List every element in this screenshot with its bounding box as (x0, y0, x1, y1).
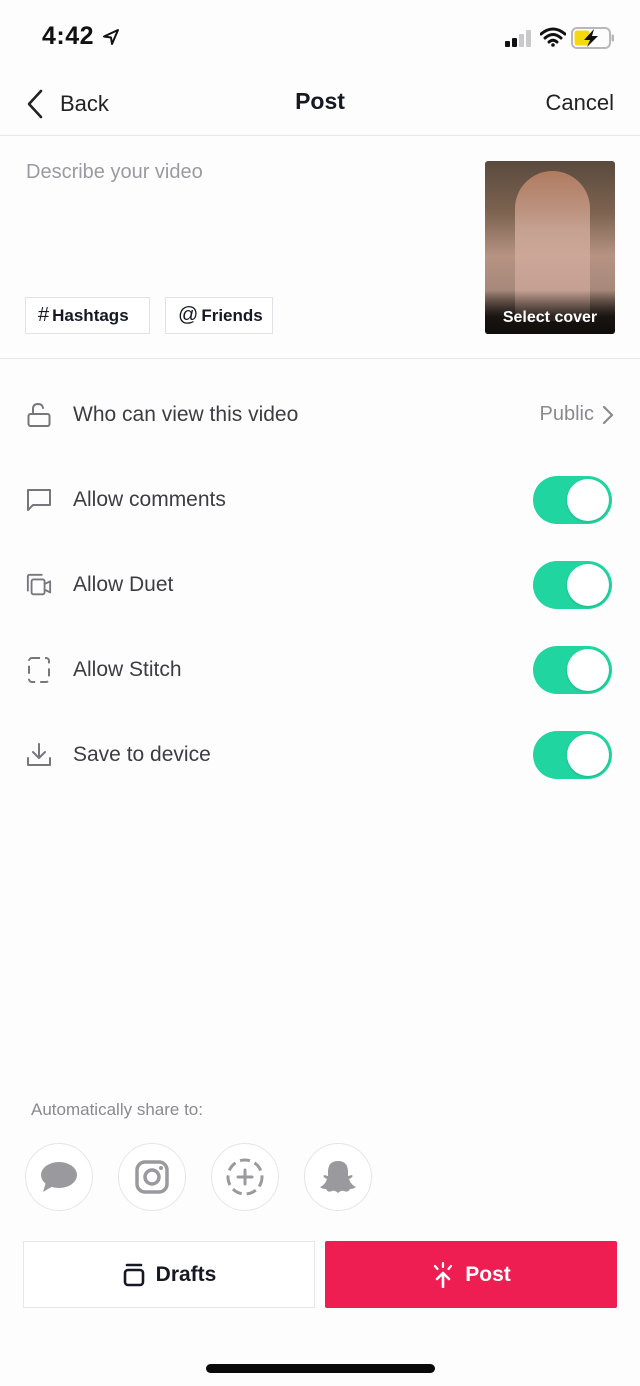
add-story-icon (226, 1158, 264, 1196)
cellular-signal-icon (505, 30, 531, 47)
allow-duet-toggle[interactable] (533, 560, 612, 609)
friends-button[interactable]: @ Friends (165, 297, 273, 334)
save-to-device-label: Save to device (73, 742, 211, 766)
duet-icon (26, 572, 52, 598)
allow-comments-row: Allow comments (0, 457, 640, 542)
hashtags-button[interactable]: # Hashtags (25, 297, 150, 334)
post-settings: Who can view this video Public Allow com… (0, 372, 640, 797)
wifi-icon (540, 27, 566, 47)
select-cover-button[interactable]: Select cover (485, 161, 615, 334)
status-time: 4:42 (42, 22, 95, 50)
privacy-row[interactable]: Who can view this video Public (0, 372, 640, 457)
drafts-label: Drafts (155, 1262, 217, 1286)
share-snapchat-button[interactable] (304, 1143, 372, 1211)
stitch-icon (26, 656, 52, 683)
share-label: Automatically share to: (31, 1100, 203, 1119)
allow-duet-label: Allow Duet (73, 572, 174, 596)
hashtags-label: Hashtags (52, 305, 129, 325)
post-label: Post (465, 1262, 511, 1286)
location-arrow-icon (103, 29, 119, 45)
allow-stitch-row: Allow Stitch (0, 627, 640, 712)
allow-stitch-toggle[interactable] (533, 645, 612, 694)
allow-stitch-label: Allow Stitch (73, 657, 182, 681)
share-targets (25, 1143, 397, 1211)
at-sign-icon: @ (178, 304, 199, 326)
select-cover-label: Select cover (502, 309, 598, 326)
share-messages-button[interactable] (25, 1143, 93, 1211)
instagram-icon (135, 1160, 169, 1194)
unlock-icon (26, 402, 52, 428)
home-indicator[interactable] (206, 1364, 435, 1373)
save-to-device-row: Save to device (0, 712, 640, 797)
allow-comments-toggle[interactable] (533, 475, 612, 524)
status-bar: 4:42 (0, 0, 640, 76)
drafts-button[interactable]: Drafts (23, 1241, 315, 1308)
post-button[interactable]: Post (325, 1241, 617, 1308)
privacy-value: Public (539, 403, 594, 425)
allow-duet-row: Allow Duet (0, 542, 640, 627)
message-bubble-icon (41, 1162, 77, 1192)
battery-charging-icon (571, 27, 614, 49)
drafts-icon (123, 1263, 144, 1286)
description-section: # Hashtags @ Friends Select cover (0, 137, 640, 359)
download-icon (26, 742, 52, 768)
privacy-selector[interactable]: Public (540, 403, 614, 426)
page-title: Post (295, 88, 345, 114)
share-story-button[interactable] (211, 1143, 279, 1211)
cancel-button[interactable]: Cancel (546, 90, 614, 116)
snapchat-ghost-icon (320, 1161, 356, 1193)
friends-label: Friends (201, 305, 263, 325)
nav-bar: Back Post Cancel (0, 76, 640, 136)
save-to-device-toggle[interactable] (533, 730, 612, 779)
post-sparkle-arrow-icon (434, 1261, 453, 1288)
description-input[interactable] (26, 161, 456, 281)
allow-comments-label: Allow comments (73, 487, 226, 511)
share-instagram-button[interactable] (118, 1143, 186, 1211)
hashtag-icon: # (38, 304, 50, 326)
comment-icon (26, 487, 52, 513)
privacy-label: Who can view this video (73, 402, 299, 426)
chevron-right-icon (602, 405, 614, 424)
